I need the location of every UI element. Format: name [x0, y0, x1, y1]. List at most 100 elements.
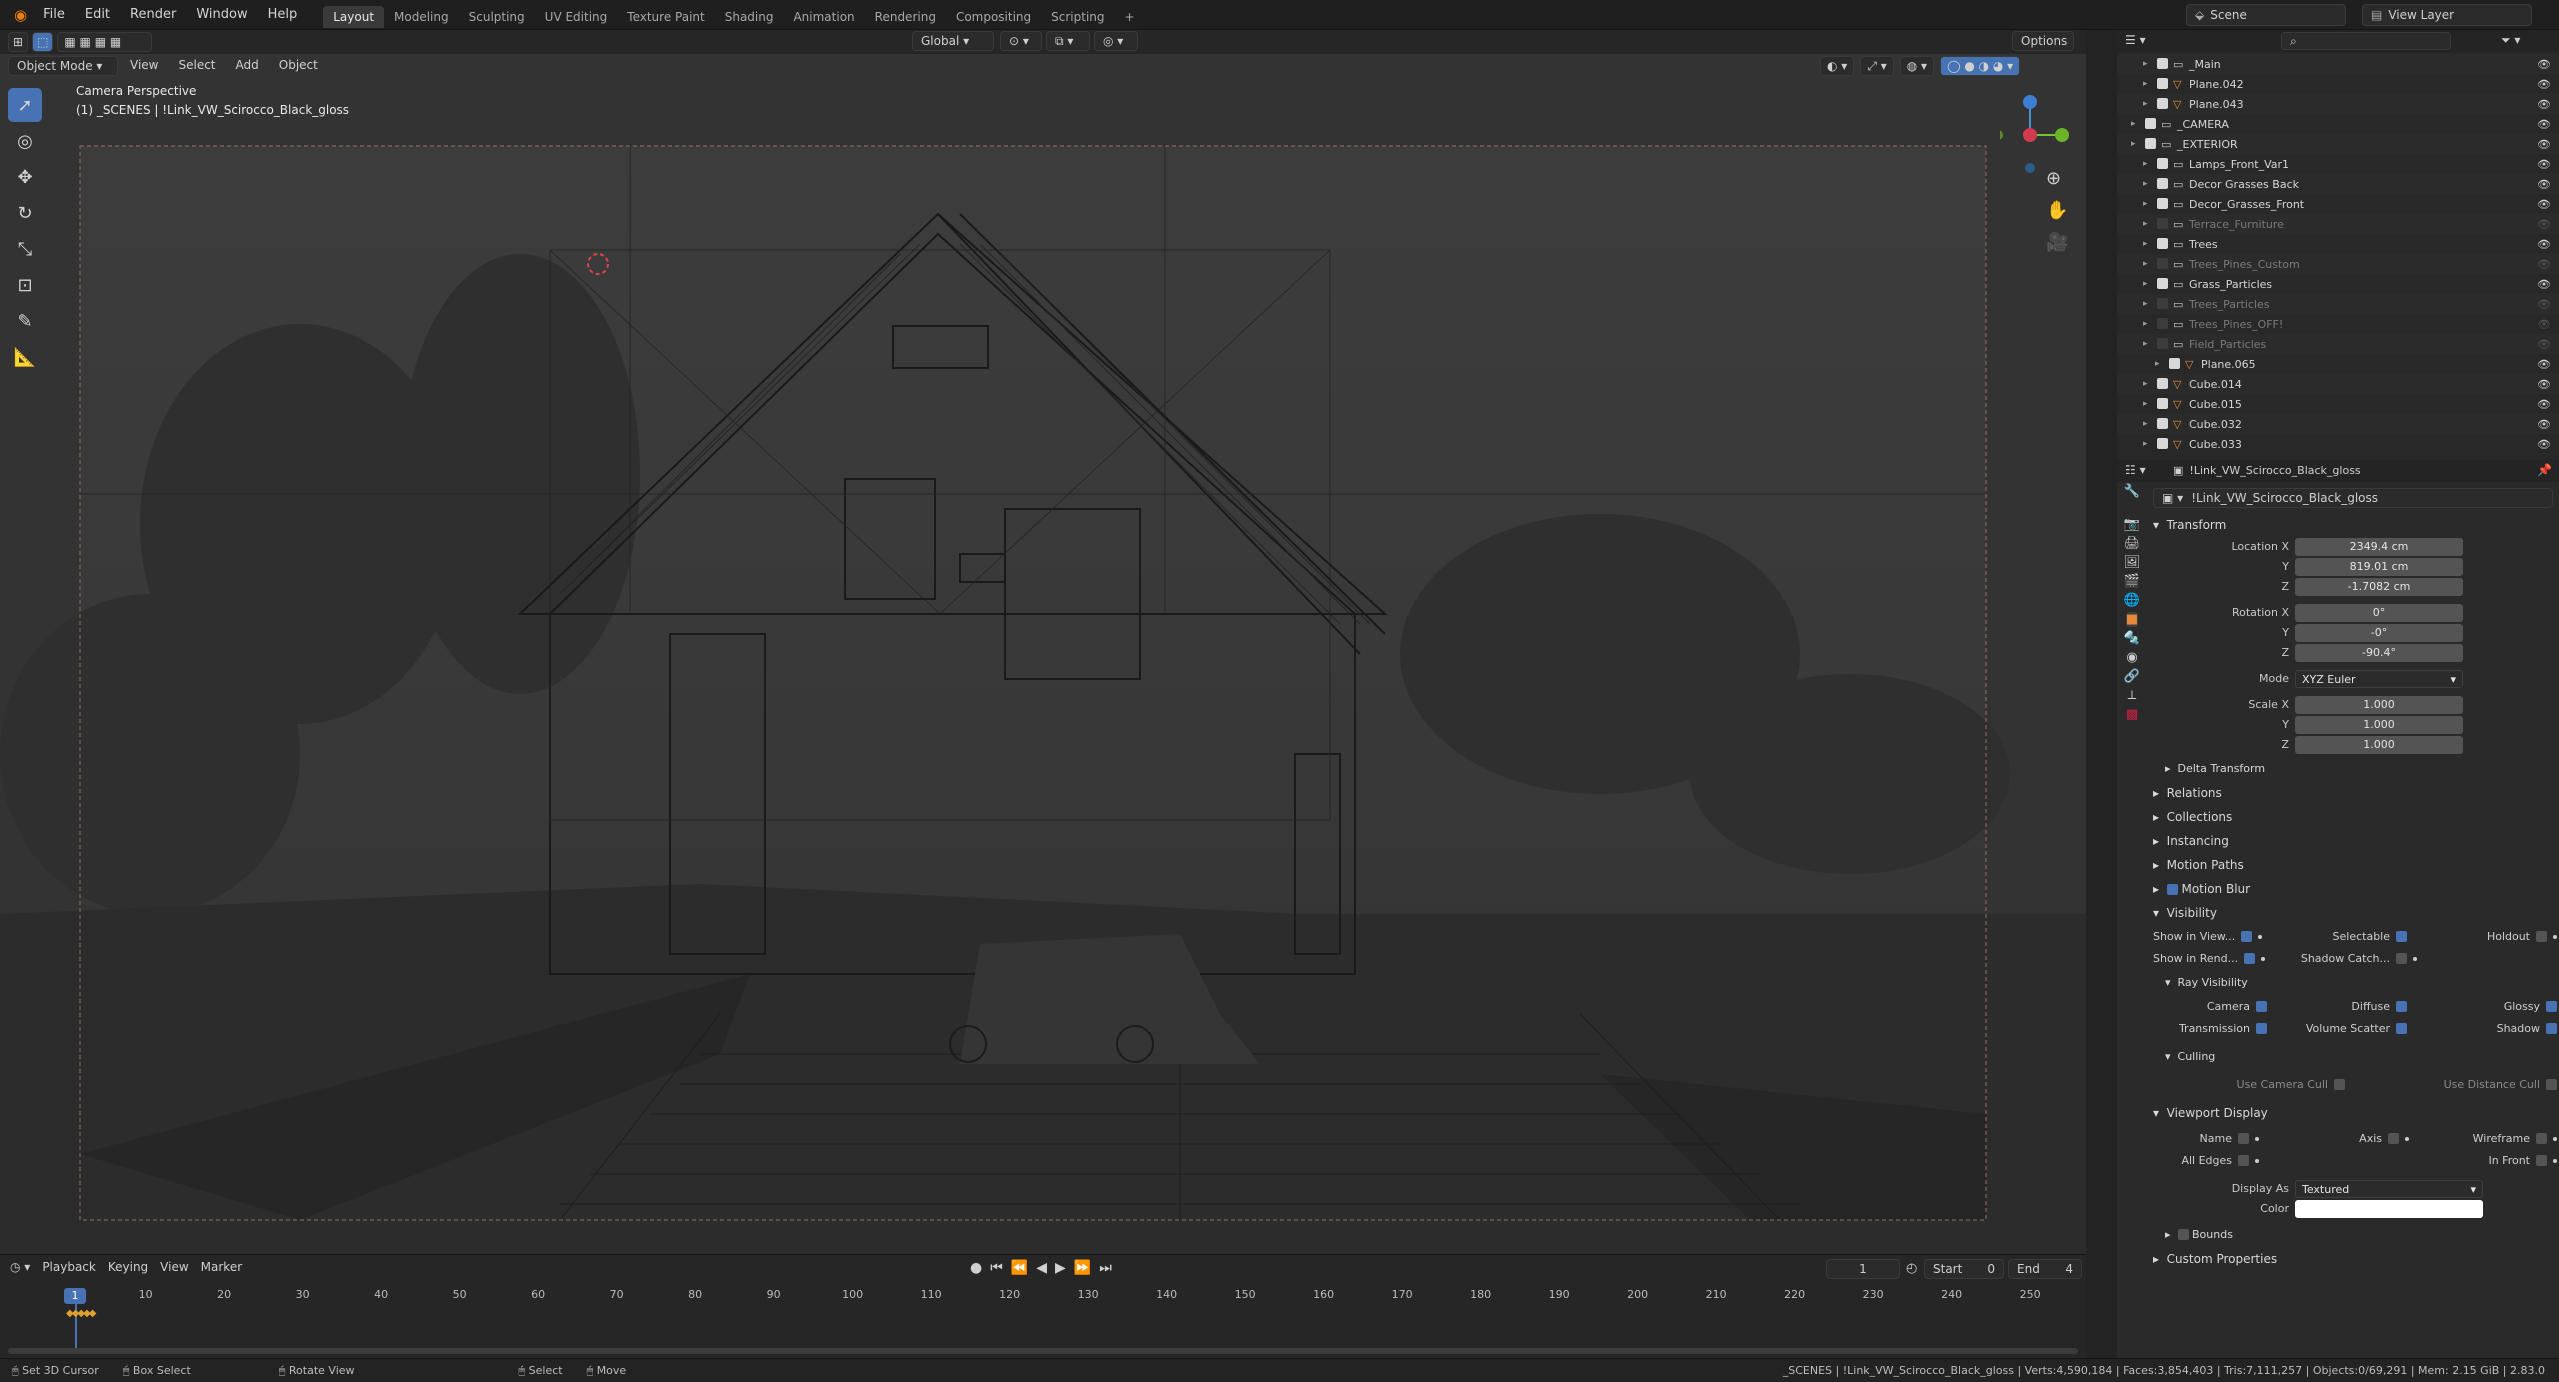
tab-sculpting[interactable]: Sculpting	[459, 6, 535, 28]
exclude-checkbox[interactable]	[2157, 378, 2168, 389]
ray-transmission-checkbox[interactable]	[2256, 1023, 2267, 1034]
expand-arrow-icon[interactable]: ▸	[2143, 79, 2148, 89]
expand-arrow-icon[interactable]: ▸	[2155, 359, 2160, 369]
add-workspace-icon[interactable]: +	[1115, 6, 1145, 28]
transform-orientation[interactable]: Global ▾	[912, 31, 994, 51]
tab-scripting[interactable]: Scripting	[1041, 6, 1114, 28]
exclude-checkbox[interactable]	[2157, 278, 2168, 289]
bounds-header[interactable]: ▸ Bounds	[2165, 1228, 2233, 1241]
properties-editor-icon[interactable]: ☷ ▾	[2125, 463, 2146, 477]
editor-type-icon[interactable]: ⊞	[8, 32, 29, 52]
select-tool-icon[interactable]: ➚	[8, 88, 42, 122]
tab-compositing[interactable]: Compositing	[946, 6, 1041, 28]
expand-arrow-icon[interactable]: ▸	[2143, 419, 2148, 429]
tab-rendering[interactable]: Rendering	[865, 6, 946, 28]
shading-mode-icons[interactable]: ◯ ● ◑ ◕ ▾	[1940, 56, 2021, 76]
expand-arrow-icon[interactable]: ▸	[2143, 339, 2148, 349]
timeline-menu-view[interactable]: View	[160, 1260, 188, 1274]
viewport-menu-view[interactable]: View	[122, 56, 166, 76]
jump-start-icon[interactable]: ⏮	[990, 1260, 1003, 1276]
location-z-field[interactable]: -1.7082 cm	[2295, 578, 2463, 596]
outliner-row[interactable]: ▸ ▭ Trees_Particles 👁	[2117, 294, 2559, 314]
expand-arrow-icon[interactable]: ▸	[2143, 199, 2148, 209]
display-wireframe-checkbox[interactable]	[2536, 1133, 2547, 1144]
exclude-checkbox[interactable]	[2169, 358, 2180, 369]
keyframes[interactable]: ◆◆◆◆◆	[66, 1308, 96, 1319]
outliner-row[interactable]: ▸ ▭ Decor_Grasses_Front 👁	[2117, 194, 2559, 214]
outliner-row[interactable]: ▸ ▽ Plane.042 👁	[2117, 74, 2559, 94]
options-button[interactable]: Options ▾	[2012, 31, 2074, 66]
expand-arrow-icon[interactable]: ▸	[2143, 239, 2148, 249]
exclude-checkbox[interactable]	[2157, 158, 2168, 169]
exclude-checkbox[interactable]	[2157, 78, 2168, 89]
expand-arrow-icon[interactable]: ▸	[2143, 59, 2148, 69]
menu-window[interactable]: Window	[186, 0, 257, 30]
exclude-checkbox[interactable]	[2157, 398, 2168, 409]
motion-paths-panel-header[interactable]: ▸ Motion Paths	[2153, 858, 2244, 872]
relations-panel-header[interactable]: ▸ Relations	[2153, 786, 2222, 800]
exclude-checkbox[interactable]	[2157, 98, 2168, 109]
outliner-row[interactable]: ▸ ▭ Trees_Pines_OFF! 👁	[2117, 314, 2559, 334]
rotation-z-field[interactable]: -90.4°	[2295, 644, 2463, 662]
rotate-tool-icon[interactable]: ↻	[8, 196, 42, 230]
start-frame-field[interactable]: Start 0	[1924, 1259, 2004, 1279]
expand-arrow-icon[interactable]: ▸	[2143, 399, 2148, 409]
rotation-mode-dropdown[interactable]: XYZ Euler ▾	[2295, 670, 2463, 688]
outliner-search-input[interactable]: ⌕	[2281, 32, 2451, 50]
output-tab-icon[interactable]: 🖨	[2124, 536, 2141, 551]
object-name-field[interactable]: ▣ ▾ !Link_VW_Scirocco_Black_gloss	[2153, 488, 2553, 508]
collections-panel-header[interactable]: ▸ Collections	[2153, 810, 2232, 824]
motion-blur-panel-header[interactable]: ▸ Motion Blur	[2153, 882, 2250, 896]
outliner-row[interactable]: ▸ ▭ Trees_Pines_Custom 👁	[2117, 254, 2559, 274]
object-tab-icon[interactable]: ■	[2125, 612, 2139, 627]
move-tool-icon[interactable]: ✥	[8, 160, 42, 194]
ray-visibility-header[interactable]: ▾ Ray Visibility	[2165, 976, 2248, 989]
viewport-menu-object[interactable]: Object	[271, 56, 326, 76]
exclude-checkbox[interactable]	[2157, 438, 2168, 449]
expand-arrow-icon[interactable]: ▸	[2143, 299, 2148, 309]
snap-icon[interactable]: ⧉ ▾	[1046, 31, 1090, 51]
ray-volume-scatter-checkbox[interactable]	[2396, 1023, 2407, 1034]
expand-arrow-icon[interactable]: ▸	[2143, 379, 2148, 389]
record-icon[interactable]: ●	[970, 1260, 982, 1276]
outliner-row[interactable]: ▸ ▭ Lamps_Front_Var1 👁	[2117, 154, 2559, 174]
eye-icon[interactable]: 👁	[2537, 158, 2551, 171]
end-frame-field[interactable]: End 4	[2008, 1259, 2082, 1279]
tab-modeling[interactable]: Modeling	[384, 6, 459, 28]
ray-shadow-checkbox[interactable]	[2546, 1023, 2557, 1034]
zoom-icon[interactable]: ⊕	[2046, 168, 2061, 189]
tab-shading[interactable]: Shading	[715, 6, 784, 28]
motion-blur-checkbox[interactable]	[2166, 883, 2178, 895]
transform-panel-header[interactable]: ▾ Transform	[2153, 518, 2226, 532]
show-in-render-checkbox[interactable]	[2244, 953, 2256, 964]
annotate-tool-icon[interactable]: ✎	[8, 304, 42, 338]
exclude-checkbox[interactable]	[2157, 258, 2168, 269]
display-as-dropdown[interactable]: Textured ▾	[2295, 1180, 2483, 1198]
eye-icon[interactable]: 👁	[2537, 138, 2551, 151]
eye-icon[interactable]: 👁	[2537, 298, 2551, 311]
data-tab-icon[interactable]: ⟂	[2128, 688, 2137, 703]
viewport-display-panel-header[interactable]: ▾ Viewport Display	[2153, 1106, 2268, 1120]
culling-header[interactable]: ▾ Culling	[2165, 1050, 2215, 1063]
display-color-swatch[interactable]	[2295, 1200, 2483, 1218]
scale-tool-icon[interactable]: ⤡	[8, 232, 42, 266]
eye-icon[interactable]: 👁	[2537, 318, 2551, 331]
3d-viewport[interactable]: Object Mode ▾ View Select Add Object ◐ ▾…	[0, 54, 2086, 1254]
eye-icon[interactable]: 👁	[2537, 58, 2551, 71]
menu-file[interactable]: File	[33, 0, 75, 30]
tab-animation[interactable]: Animation	[783, 6, 864, 28]
material-tab-icon[interactable]: ▩	[2126, 707, 2138, 722]
eye-icon[interactable]: 👁	[2537, 238, 2551, 251]
display-in-front-checkbox[interactable]	[2536, 1155, 2547, 1166]
holdout-checkbox[interactable]	[2536, 931, 2547, 942]
modifier-tab-icon[interactable]: 🔩	[2124, 631, 2140, 646]
outliner-row[interactable]: ▸ ▽ Plane.065 👁	[2117, 354, 2559, 374]
constraints-tab-icon[interactable]: 🔗	[2124, 669, 2140, 684]
camera-view-icon[interactable]: 🎥	[2046, 232, 2068, 253]
custom-properties-panel-header[interactable]: ▸ Custom Properties	[2153, 1252, 2277, 1266]
expand-arrow-icon[interactable]: ▸	[2143, 99, 2148, 109]
viewport-menu-add[interactable]: Add	[228, 56, 267, 76]
blender-logo-icon[interactable]: ◉	[8, 6, 33, 24]
eye-icon[interactable]: 👁	[2537, 418, 2551, 431]
location-y-field[interactable]: 819.01 cm	[2295, 558, 2463, 576]
